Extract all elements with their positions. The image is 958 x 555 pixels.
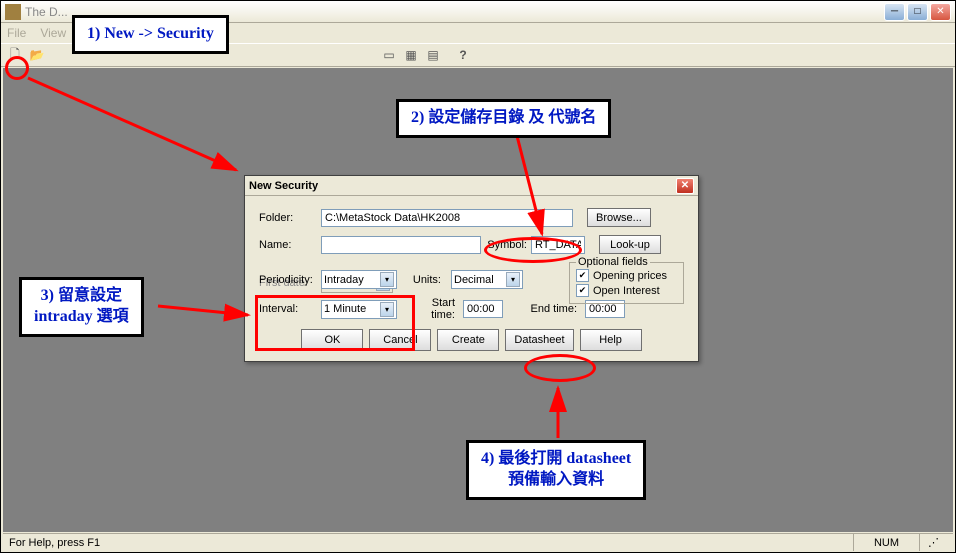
maximize-button[interactable]: □ xyxy=(907,3,928,21)
units-select[interactable]: Decimal ▾ xyxy=(451,270,523,289)
units-value: Decimal xyxy=(454,274,494,286)
periodicity-value: Intraday xyxy=(324,274,364,286)
annotation-4: 4) 最後打開 datasheet 預備輸入資料 xyxy=(466,440,646,500)
status-help: For Help, press F1 xyxy=(9,537,853,549)
menu-view[interactable]: View xyxy=(40,26,66,40)
app-icon xyxy=(5,4,21,20)
dialog-close-button[interactable]: ✕ xyxy=(676,178,694,194)
annotation-2: 2) 設定儲存目錄 及 代號名 xyxy=(396,99,611,138)
annotation-circle-new xyxy=(5,56,29,80)
interval-value: 1 Minute xyxy=(324,303,366,315)
end-time-label: End time: xyxy=(525,303,577,315)
symbol-label: Symbol: xyxy=(485,239,527,251)
interval-select[interactable]: 1 Minute ▾ xyxy=(321,300,397,319)
statusbar: For Help, press F1 NUM ⋰ xyxy=(3,533,953,551)
periodicity-select[interactable]: Intraday ▾ xyxy=(321,270,397,289)
start-time-input[interactable] xyxy=(463,300,503,318)
folder-input[interactable] xyxy=(321,209,573,227)
optional-fields-title: Optional fields xyxy=(576,256,650,268)
create-button[interactable]: Create xyxy=(437,329,499,351)
opening-prices-label: Opening prices xyxy=(593,270,667,282)
chevron-down-icon: ▾ xyxy=(506,272,520,287)
help-button[interactable]: Help xyxy=(580,329,642,351)
menu-file[interactable]: File xyxy=(7,26,26,40)
opening-prices-checkbox[interactable]: ✔ Opening prices xyxy=(576,269,677,282)
datasheet-button[interactable]: Datasheet xyxy=(505,329,573,351)
dialog-titlebar: New Security ✕ xyxy=(245,176,698,196)
checkbox-icon: ✔ xyxy=(576,284,589,297)
list-icon[interactable]: ▤ xyxy=(423,45,443,65)
new-security-dialog: New Security ✕ Folder: Browse... Name: S… xyxy=(244,175,699,362)
status-num: NUM xyxy=(853,534,919,551)
chevron-down-icon: ▾ xyxy=(380,272,394,287)
open-interest-label: Open Interest xyxy=(593,285,660,297)
ok-button[interactable]: OK xyxy=(301,329,363,351)
checkbox-icon: ✔ xyxy=(576,269,589,282)
periodicity-label: Periodicity: xyxy=(259,274,317,286)
open-icon[interactable]: 📂 xyxy=(27,45,47,65)
chevron-down-icon: ▾ xyxy=(380,302,394,317)
name-label: Name: xyxy=(259,239,317,251)
folder-label: Folder: xyxy=(259,212,317,224)
dialog-title: New Security xyxy=(249,180,676,192)
annotation-1: 1) New -> Security xyxy=(72,15,229,54)
annotation-3: 3) 留意設定 intraday 選項 xyxy=(19,277,144,337)
lookup-button[interactable]: Look-up xyxy=(599,235,661,254)
close-button[interactable]: ✕ xyxy=(930,3,951,21)
toolbar-icon[interactable]: ▭ xyxy=(379,45,399,65)
symbol-input[interactable] xyxy=(531,236,585,254)
help-icon[interactable]: ? xyxy=(453,45,473,65)
browse-button[interactable]: Browse... xyxy=(587,208,651,227)
cancel-button[interactable]: Cancel xyxy=(369,329,431,351)
interval-label: Interval: xyxy=(259,303,317,315)
name-input[interactable] xyxy=(321,236,481,254)
start-time-label: Start time: xyxy=(405,297,455,321)
open-interest-checkbox[interactable]: ✔ Open Interest xyxy=(576,284,677,297)
minimize-button[interactable]: ─ xyxy=(884,3,905,21)
units-label: Units: xyxy=(407,274,441,286)
grid-icon[interactable]: ▦ xyxy=(401,45,421,65)
status-grip: ⋰ xyxy=(919,534,947,551)
optional-fields-group: Optional fields ✔ Opening prices ✔ Open … xyxy=(569,262,684,304)
